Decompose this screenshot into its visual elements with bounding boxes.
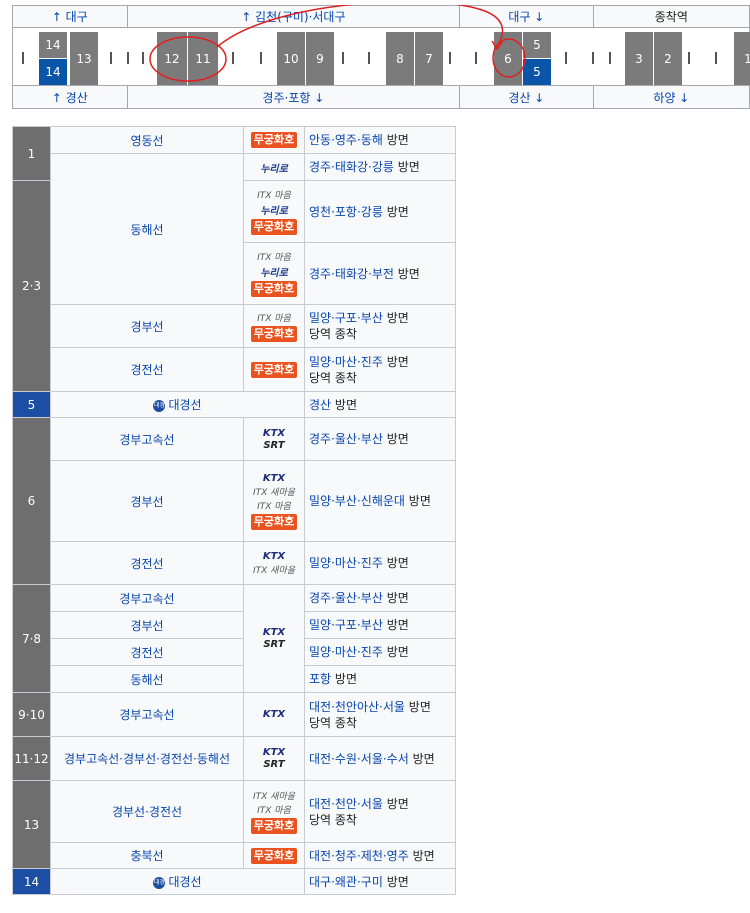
line-name[interactable]: 동해선: [50, 665, 244, 693]
service-cell: KTX ITX 새마을 ITX 마음 무궁화호: [243, 460, 305, 542]
line-name[interactable]: 경전선: [50, 347, 244, 392]
line-name[interactable]: 동해선: [50, 153, 244, 305]
srt-logo: SRT: [263, 439, 285, 451]
itx-maeum-logo: ITX 마음: [257, 253, 291, 263]
mugunghwa-badge: 무궁화호: [250, 818, 298, 834]
platform-num: 11·12: [12, 736, 51, 781]
itx-maeum-logo: ITX 마음: [257, 191, 291, 201]
service-cell: KTX: [243, 692, 305, 737]
service-cell: ITX 마음 누리로 무궁화호: [243, 242, 305, 305]
service-cell: ITX 마음 무궁화호: [243, 304, 305, 348]
track-diagram: ↑ 대구 ↑ 김천(구미)·서대구 대구 ↓ 종착역 ↑ 경산 경주·포항 ↓ …: [12, 5, 750, 111]
platform-num: 5: [12, 391, 51, 418]
service-cell: KTX ITX 새마을: [243, 541, 305, 585]
service-cell: KTX SRT: [243, 584, 305, 693]
line-name[interactable]: 대경 대경선: [50, 391, 305, 418]
service-cell: 누리로: [243, 153, 305, 181]
mugunghwa-badge: 무궁화호: [250, 513, 298, 530]
destination: 밀양·구포·부산 방면 당역 종착: [304, 304, 456, 348]
destination: 경산 방면: [304, 391, 456, 418]
itx-maeum-logo: ITX 마음: [257, 501, 291, 512]
ktx-logo: KTX: [262, 747, 286, 758]
nuriro-logo: 누리로: [260, 163, 288, 175]
destination: 경주·태화강·부전 방면: [304, 242, 456, 305]
red-annotation: [149, 5, 526, 82]
service-cell: ITX 새마을 ITX 마음 무궁화호: [243, 780, 305, 843]
destination: 대전·수원·서울·수서 방면: [304, 736, 456, 781]
line-name[interactable]: 경부고속선: [50, 692, 244, 737]
destination: 밀양·마산·진주 방면: [304, 541, 456, 585]
destination: 포항 방면: [304, 665, 456, 693]
platform-num: 7·8: [12, 584, 51, 693]
line-name[interactable]: 경전선: [50, 638, 244, 666]
destination: 대전·천안아산·서울 방면 당역 종착: [304, 692, 456, 737]
line-name[interactable]: 경부선: [50, 611, 244, 639]
daegyeong-icon: 대경: [153, 876, 166, 889]
line-name[interactable]: 경부고속선: [50, 584, 244, 612]
platform-num: 2·3: [12, 180, 51, 392]
platform-num: 6: [12, 417, 51, 585]
destination: 밀양·마산·진주 방면: [304, 638, 456, 666]
ktx-logo: KTX: [262, 627, 286, 638]
platform-num: 14: [12, 868, 51, 895]
service-cell: KTX SRT: [243, 417, 305, 461]
destination: 밀양·구포·부산 방면: [304, 611, 456, 639]
line-name[interactable]: 경부선: [50, 460, 244, 542]
mugunghwa-badge: 무궁화호: [250, 361, 298, 378]
destination: 경주·울산·부산 방면: [304, 417, 456, 461]
platform-num: 9·10: [12, 692, 51, 737]
destination: 안동·영주·동해 방면: [304, 126, 456, 154]
platform-table: 1 영동선 무궁화호 안동·영주·동해 방면 동해선 누리로 경주·태화강·강릉…: [12, 126, 456, 895]
srt-logo: SRT: [263, 639, 285, 650]
destination: 밀양·부산·신해운대 방면: [304, 460, 456, 542]
ktx-logo: KTX: [262, 427, 286, 439]
daegyeong-icon: 대경: [153, 399, 166, 412]
destination: 경주·태화강·강릉 방면: [304, 153, 456, 181]
line-name[interactable]: 경부선: [50, 304, 244, 348]
nuriro-logo: 누리로: [260, 206, 288, 217]
itx-maeum-logo: ITX 마음: [257, 806, 291, 816]
nuriro-logo: 누리로: [260, 268, 288, 279]
destination: 영천·포항·강릉 방면: [304, 180, 456, 243]
line-name[interactable]: 경부고속선·경부선·경전선·동해선: [50, 736, 244, 781]
ktx-logo: KTX: [262, 709, 286, 720]
platform-num: 1: [12, 126, 51, 181]
service-cell: KTX SRT: [243, 736, 305, 781]
service-cell: ITX 마음 누리로 무궁화호: [243, 180, 305, 243]
mugunghwa-badge: 무궁화호: [250, 847, 298, 864]
ktx-logo: KTX: [262, 550, 286, 562]
destination: 밀양·마산·진주 방면 당역 종착: [304, 347, 456, 392]
platform-num: 13: [12, 780, 51, 869]
itx-saemaeul-logo: ITX 새마을: [252, 565, 296, 576]
mugunghwa-badge: 무궁화호: [250, 219, 298, 235]
itx-maeum-logo: ITX 마음: [257, 313, 291, 324]
mugunghwa-badge: 무궁화호: [250, 132, 298, 148]
itx-saemaeul-logo: ITX 새마을: [252, 792, 296, 802]
service-cell: 무궁화호: [243, 126, 305, 154]
ktx-logo: KTX: [262, 472, 286, 484]
itx-saemaeul-logo: ITX 새마을: [252, 487, 296, 498]
line-name[interactable]: 충북선: [50, 842, 244, 869]
line-name[interactable]: 경부선·경전선: [50, 780, 244, 843]
srt-logo: SRT: [263, 759, 285, 770]
mugunghwa-badge: 무궁화호: [250, 281, 298, 297]
mugunghwa-badge: 무궁화호: [250, 325, 298, 342]
destination: 대전·천안·서울 방면 당역 종착: [304, 780, 456, 843]
line-name[interactable]: 경부고속선: [50, 417, 244, 461]
service-cell: 무궁화호: [243, 347, 305, 392]
line-name[interactable]: 영동선: [50, 126, 244, 154]
destination: 대전·청주·제천·영주 방면: [304, 842, 456, 869]
destination: 대구·왜관·구미 방면: [304, 868, 456, 895]
service-cell: 무궁화호: [243, 842, 305, 869]
line-name[interactable]: 경전선: [50, 541, 244, 585]
line-name[interactable]: 대경 대경선: [50, 868, 305, 895]
destination: 경주·울산·부산 방면: [304, 584, 456, 612]
